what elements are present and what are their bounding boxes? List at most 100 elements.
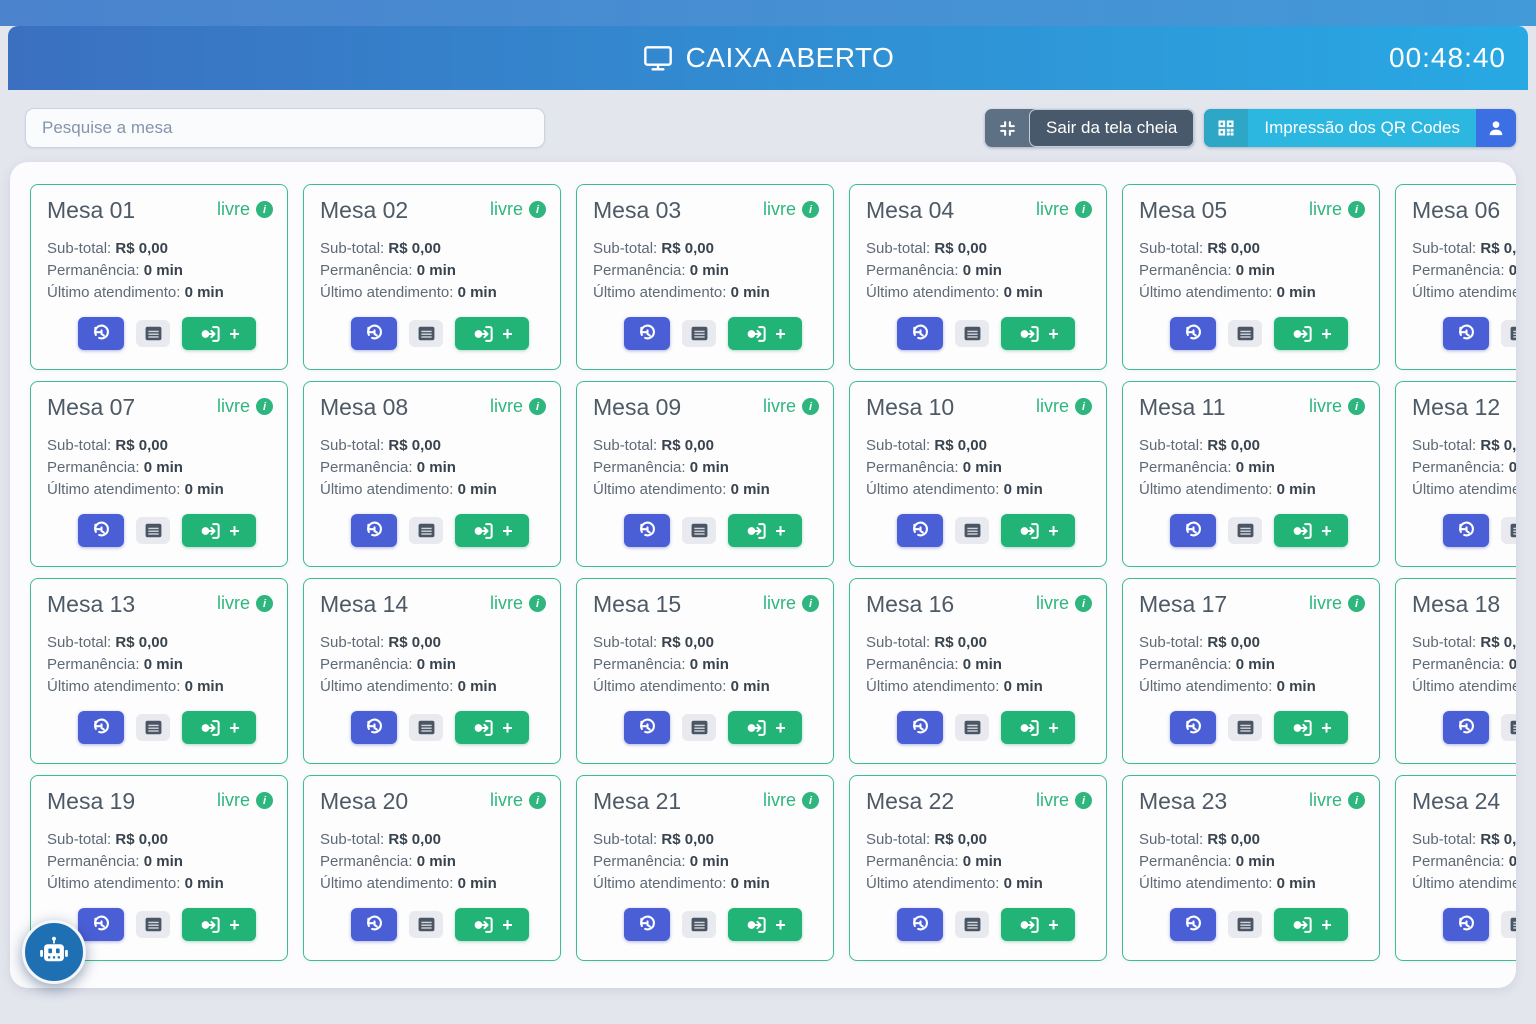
- info-icon[interactable]: i: [802, 398, 819, 415]
- open-table-button[interactable]: +: [182, 711, 256, 744]
- details-button[interactable]: [136, 320, 170, 347]
- details-button[interactable]: [682, 320, 716, 347]
- history-button[interactable]: [1170, 908, 1216, 941]
- table-card[interactable]: Mesa 22 livre i Sub-total: R$ 0,00 Perma…: [849, 775, 1107, 961]
- info-icon[interactable]: i: [1075, 201, 1092, 218]
- history-button[interactable]: [624, 317, 670, 350]
- info-icon[interactable]: i: [256, 595, 273, 612]
- info-icon[interactable]: i: [529, 201, 546, 218]
- table-card[interactable]: Mesa 14 livre i Sub-total: R$ 0,00 Perma…: [303, 578, 561, 764]
- table-card[interactable]: Mesa 06 livre i Sub-total: R$ 0,00 Perma…: [1395, 184, 1516, 370]
- table-card[interactable]: Mesa 10 livre i Sub-total: R$ 0,00 Perma…: [849, 381, 1107, 567]
- history-button[interactable]: [1170, 711, 1216, 744]
- open-table-button[interactable]: +: [455, 711, 529, 744]
- details-button[interactable]: [136, 714, 170, 741]
- table-card[interactable]: Mesa 05 livre i Sub-total: R$ 0,00 Perma…: [1122, 184, 1380, 370]
- info-icon[interactable]: i: [256, 398, 273, 415]
- history-button[interactable]: [1170, 514, 1216, 547]
- open-table-button[interactable]: +: [1274, 317, 1348, 350]
- details-button[interactable]: [682, 517, 716, 544]
- table-card[interactable]: Mesa 15 livre i Sub-total: R$ 0,00 Perma…: [576, 578, 834, 764]
- table-card[interactable]: Mesa 21 livre i Sub-total: R$ 0,00 Perma…: [576, 775, 834, 961]
- open-table-button[interactable]: +: [728, 908, 802, 941]
- history-button[interactable]: [78, 514, 124, 547]
- info-icon[interactable]: i: [1348, 792, 1365, 809]
- details-button[interactable]: [1501, 911, 1516, 938]
- details-button[interactable]: [955, 911, 989, 938]
- details-button[interactable]: [955, 714, 989, 741]
- info-icon[interactable]: i: [802, 792, 819, 809]
- table-card[interactable]: Mesa 16 livre i Sub-total: R$ 0,00 Perma…: [849, 578, 1107, 764]
- details-button[interactable]: [409, 320, 443, 347]
- chatbot-fab-button[interactable]: [22, 920, 86, 984]
- details-button[interactable]: [1501, 320, 1516, 347]
- details-button[interactable]: [409, 517, 443, 544]
- details-button[interactable]: [1228, 517, 1262, 544]
- open-table-button[interactable]: +: [728, 711, 802, 744]
- open-table-button[interactable]: +: [728, 317, 802, 350]
- history-button[interactable]: [1443, 908, 1489, 941]
- open-table-button[interactable]: +: [455, 514, 529, 547]
- table-card[interactable]: Mesa 17 livre i Sub-total: R$ 0,00 Perma…: [1122, 578, 1380, 764]
- history-button[interactable]: [351, 908, 397, 941]
- table-card[interactable]: Mesa 07 livre i Sub-total: R$ 0,00 Perma…: [30, 381, 288, 567]
- open-table-button[interactable]: +: [182, 317, 256, 350]
- history-button[interactable]: [897, 317, 943, 350]
- open-table-button[interactable]: +: [455, 317, 529, 350]
- table-card[interactable]: Mesa 18 livre i Sub-total: R$ 0,00 Perma…: [1395, 578, 1516, 764]
- history-button[interactable]: [1443, 514, 1489, 547]
- details-button[interactable]: [682, 911, 716, 938]
- info-icon[interactable]: i: [1348, 398, 1365, 415]
- history-button[interactable]: [78, 317, 124, 350]
- table-card[interactable]: Mesa 02 livre i Sub-total: R$ 0,00 Perma…: [303, 184, 561, 370]
- open-table-button[interactable]: +: [1001, 908, 1075, 941]
- exit-fullscreen-button[interactable]: Sair da tela cheia: [985, 109, 1194, 147]
- history-button[interactable]: [1443, 711, 1489, 744]
- open-table-button[interactable]: +: [1001, 514, 1075, 547]
- history-button[interactable]: [351, 514, 397, 547]
- history-button[interactable]: [897, 908, 943, 941]
- open-table-button[interactable]: +: [1274, 514, 1348, 547]
- info-icon[interactable]: i: [1075, 595, 1092, 612]
- open-table-button[interactable]: +: [455, 908, 529, 941]
- info-icon[interactable]: i: [529, 792, 546, 809]
- info-icon[interactable]: i: [802, 595, 819, 612]
- info-icon[interactable]: i: [1348, 595, 1365, 612]
- table-card[interactable]: Mesa 03 livre i Sub-total: R$ 0,00 Perma…: [576, 184, 834, 370]
- open-table-button[interactable]: +: [1001, 711, 1075, 744]
- history-button[interactable]: [351, 711, 397, 744]
- info-icon[interactable]: i: [529, 595, 546, 612]
- details-button[interactable]: [409, 911, 443, 938]
- table-card[interactable]: Mesa 24 livre i Sub-total: R$ 0,00 Perma…: [1395, 775, 1516, 961]
- details-button[interactable]: [955, 517, 989, 544]
- info-icon[interactable]: i: [1075, 398, 1092, 415]
- details-button[interactable]: [1228, 714, 1262, 741]
- details-button[interactable]: [409, 714, 443, 741]
- details-button[interactable]: [1228, 320, 1262, 347]
- details-button[interactable]: [136, 517, 170, 544]
- details-button[interactable]: [1501, 517, 1516, 544]
- info-icon[interactable]: i: [256, 792, 273, 809]
- table-card[interactable]: Mesa 20 livre i Sub-total: R$ 0,00 Perma…: [303, 775, 561, 961]
- info-icon[interactable]: i: [529, 398, 546, 415]
- history-button[interactable]: [624, 711, 670, 744]
- history-button[interactable]: [897, 711, 943, 744]
- open-table-button[interactable]: +: [728, 514, 802, 547]
- print-qr-codes-button[interactable]: Impressão dos QR Codes: [1204, 109, 1476, 147]
- info-icon[interactable]: i: [802, 201, 819, 218]
- table-card[interactable]: Mesa 12 livre i Sub-total: R$ 0,00 Perma…: [1395, 381, 1516, 567]
- history-button[interactable]: [897, 514, 943, 547]
- table-card[interactable]: Mesa 09 livre i Sub-total: R$ 0,00 Perma…: [576, 381, 834, 567]
- history-button[interactable]: [351, 317, 397, 350]
- details-button[interactable]: [1228, 911, 1262, 938]
- table-card[interactable]: Mesa 11 livre i Sub-total: R$ 0,00 Perma…: [1122, 381, 1380, 567]
- open-table-button[interactable]: +: [1274, 711, 1348, 744]
- table-card[interactable]: Mesa 23 livre i Sub-total: R$ 0,00 Perma…: [1122, 775, 1380, 961]
- table-card[interactable]: Mesa 01 livre i Sub-total: R$ 0,00 Perma…: [30, 184, 288, 370]
- table-card[interactable]: Mesa 04 livre i Sub-total: R$ 0,00 Perma…: [849, 184, 1107, 370]
- history-button[interactable]: [1443, 317, 1489, 350]
- history-button[interactable]: [78, 711, 124, 744]
- open-table-button[interactable]: +: [182, 908, 256, 941]
- details-button[interactable]: [682, 714, 716, 741]
- open-table-button[interactable]: +: [1274, 908, 1348, 941]
